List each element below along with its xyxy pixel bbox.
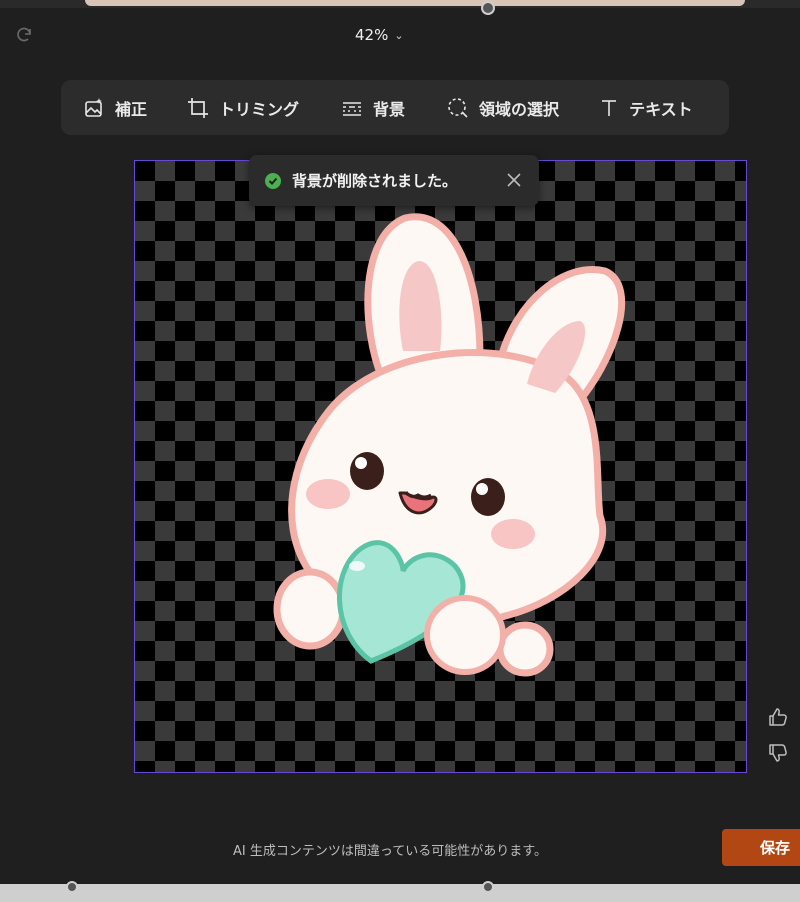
tool-background[interactable]: 背景 <box>341 80 405 135</box>
lasso-select-icon <box>447 97 469 119</box>
tool-crop[interactable]: トリミング <box>187 80 299 135</box>
window-top-tab <box>85 0 745 6</box>
text-icon <box>599 98 619 118</box>
resize-handle[interactable] <box>481 1 495 15</box>
thumbs-up-icon[interactable] <box>767 706 789 728</box>
redo-icon[interactable] <box>14 24 36 46</box>
chevron-down-icon: ⌄ <box>394 28 404 42</box>
tool-background-label: 背景 <box>373 99 406 119</box>
crop-icon <box>187 97 209 119</box>
thumbs-down-icon[interactable] <box>767 742 789 764</box>
zoom-dropdown[interactable]: 42% ⌄ <box>355 22 404 48</box>
edit-toolbar: 補正 トリミング 背景 領域の選択 テキスト <box>61 80 729 135</box>
tool-crop-label: トリミング <box>219 99 300 119</box>
tool-text[interactable]: テキスト <box>599 80 693 135</box>
image-canvas[interactable] <box>134 160 747 773</box>
tool-adjust[interactable]: 補正 <box>83 80 147 135</box>
window-top-strip <box>0 0 800 15</box>
tool-select-area[interactable]: 領域の選択 <box>447 80 559 135</box>
notification-toast: 背景が削除されました。 <box>249 155 539 206</box>
background-icon <box>341 97 363 119</box>
ai-disclaimer: AI 生成コンテンツは間違っている可能性があります。 <box>233 844 547 859</box>
close-icon[interactable] <box>505 171 523 189</box>
tool-text-label: テキスト <box>629 99 693 119</box>
success-check-icon <box>265 172 281 189</box>
resize-handle-left[interactable] <box>66 881 78 893</box>
toast-message: 背景が削除されました。 <box>292 172 458 190</box>
tool-select-area-label: 領域の選択 <box>479 99 560 119</box>
save-button[interactable]: 保存 <box>722 829 800 866</box>
window-bottom-strip <box>0 881 800 902</box>
zoom-level: 42% <box>355 26 389 44</box>
image-sparkle-icon <box>83 97 105 119</box>
bunny-illustration <box>273 213 626 677</box>
tool-adjust-label: 補正 <box>115 99 148 119</box>
resize-handle-right[interactable] <box>482 881 494 893</box>
